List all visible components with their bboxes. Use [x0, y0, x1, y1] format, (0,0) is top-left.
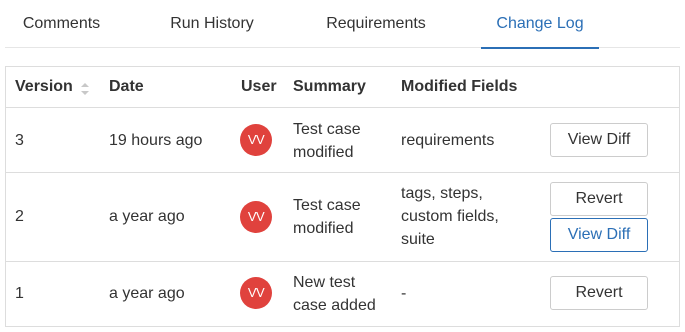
- table-header: Version Date User Summary Modified Field…: [6, 67, 679, 108]
- version-cell: 2: [15, 208, 24, 225]
- tab-change-log[interactable]: Change Log: [481, 0, 599, 49]
- sort-icon[interactable]: [80, 82, 90, 96]
- column-header-modified-fields: Modified Fields: [401, 78, 518, 95]
- view-diff-button[interactable]: View Diff: [550, 123, 648, 157]
- date-cell: a year ago: [109, 285, 185, 302]
- tab-comments[interactable]: Comments: [5, 0, 118, 48]
- date-cell: 19 hours ago: [109, 132, 203, 149]
- summary-line: modified: [293, 220, 354, 237]
- version-cell: 1: [15, 285, 24, 302]
- modified-fields-line: tags, steps,: [401, 185, 483, 202]
- table-row: 2 a year ago VV Test case modified tags,…: [6, 173, 679, 262]
- tab-bar: Comments Run History Requirements Change…: [5, 0, 680, 49]
- tab-run-history[interactable]: Run History: [147, 0, 277, 48]
- summary-line: New test: [293, 274, 356, 291]
- modified-fields-cell: requirements: [401, 132, 495, 149]
- revert-button[interactable]: Revert: [550, 182, 648, 216]
- modified-fields-cell: -: [401, 285, 407, 302]
- table-row: 3 19 hours ago VV Test case modified req…: [6, 108, 679, 173]
- column-header-version[interactable]: Version: [15, 76, 73, 98]
- tab-requirements[interactable]: Requirements: [305, 0, 447, 48]
- user-avatar: VV: [240, 201, 272, 233]
- column-header-summary: Summary: [293, 78, 366, 95]
- modified-fields-line: custom fields,: [401, 208, 499, 225]
- table-row: 1 a year ago VV New test case added - Re…: [6, 262, 679, 326]
- summary-line: case added: [293, 297, 376, 314]
- user-avatar: VV: [240, 124, 272, 156]
- date-cell: a year ago: [109, 208, 185, 225]
- change-log-table: Version Date User Summary Modified Field…: [5, 66, 680, 327]
- summary-line: modified: [293, 144, 354, 161]
- column-header-date: Date: [109, 78, 144, 95]
- tab-change-log-label: Change Log: [496, 15, 584, 32]
- column-header-user: User: [241, 78, 277, 95]
- summary-line: Test case: [293, 121, 361, 138]
- revert-button[interactable]: Revert: [550, 276, 648, 310]
- summary-line: Test case: [293, 197, 361, 214]
- view-diff-button[interactable]: View Diff: [550, 218, 648, 252]
- user-avatar: VV: [240, 277, 272, 309]
- active-tab-indicator: [481, 47, 599, 49]
- version-cell: 3: [15, 132, 24, 149]
- modified-fields-line: suite: [401, 231, 435, 248]
